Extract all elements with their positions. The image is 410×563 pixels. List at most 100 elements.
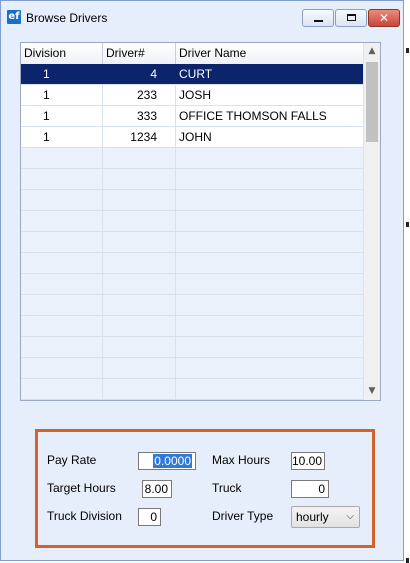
driver-details-panel: Pay Rate 0.0000 Max Hours 10.00 Target H… [35, 429, 375, 548]
table-row[interactable] [21, 316, 363, 337]
cell-division: 1 [21, 85, 103, 105]
truck-division-input[interactable]: 0 [138, 508, 161, 526]
table-row[interactable] [21, 211, 363, 232]
cell-driver-number [103, 211, 176, 231]
table-row[interactable] [21, 379, 363, 400]
grid-header: Division Driver# Driver Name [21, 43, 363, 65]
cell-driver-name [176, 274, 363, 294]
cell-driver-number: 233 [103, 85, 176, 105]
cell-driver-number [103, 295, 176, 315]
column-header-division[interactable]: Division [21, 43, 103, 64]
close-icon: ✕ [378, 11, 390, 25]
table-row[interactable] [21, 169, 363, 190]
cell-driver-number [103, 274, 176, 294]
driver-type-value: hourly [296, 510, 329, 524]
cell-driver-number [103, 316, 176, 336]
pay-rate-label: Pay Rate [47, 453, 97, 467]
table-row[interactable]: 1 333 OFFICE THOMSON FALLS [21, 106, 363, 127]
cell-driver-number [103, 253, 176, 273]
app-logo-icon: ef [7, 10, 21, 24]
minimize-icon [314, 20, 323, 22]
cell-driver-number [103, 148, 176, 168]
maximize-icon [347, 14, 356, 21]
table-row[interactable] [21, 274, 363, 295]
table-row[interactable]: 1 233 JOSH [21, 85, 363, 106]
table-row[interactable] [21, 232, 363, 253]
background-window-edge [406, 558, 409, 563]
truck-division-label: Truck Division [47, 509, 122, 523]
cell-division [21, 169, 103, 189]
cell-driver-name [176, 232, 363, 252]
table-row[interactable] [21, 148, 363, 169]
cell-division [21, 379, 103, 399]
cell-driver-number [103, 169, 176, 189]
cell-driver-number: 4 [103, 64, 176, 84]
cell-division [21, 253, 103, 273]
cell-division [21, 211, 103, 231]
cell-division: 1 [21, 106, 103, 126]
cell-driver-name [176, 358, 363, 378]
driver-type-select[interactable]: hourly ⌵ [291, 506, 360, 528]
table-row[interactable]: 1 1234 JOHN [21, 127, 363, 148]
table-row[interactable] [21, 337, 363, 358]
cell-division [21, 148, 103, 168]
target-hours-input[interactable]: 8.00 [142, 480, 172, 498]
cell-division [21, 190, 103, 210]
cell-division: 1 [21, 127, 103, 147]
cell-driver-number [103, 358, 176, 378]
cell-driver-name [176, 337, 363, 357]
cell-driver-name [176, 211, 363, 231]
cell-driver-number: 1234 [103, 127, 176, 147]
cell-division [21, 316, 103, 336]
max-hours-input[interactable]: 10.00 [291, 452, 325, 470]
cell-driver-name [176, 148, 363, 168]
drivers-grid[interactable]: Division Driver# Driver Name 1 4 CURT 1 233 J… [20, 42, 381, 401]
cell-driver-name [176, 295, 363, 315]
table-row[interactable] [21, 295, 363, 316]
minimize-button[interactable] [302, 9, 334, 27]
cell-driver-number [103, 337, 176, 357]
cell-driver-number [103, 379, 176, 399]
table-row[interactable]: 1 4 CURT [21, 64, 363, 85]
table-row[interactable] [21, 358, 363, 379]
max-hours-label: Max Hours [212, 453, 271, 467]
cell-division [21, 274, 103, 294]
background-window-edge [406, 48, 409, 53]
cell-driver-name: CURT [179, 67, 213, 81]
chevron-down-icon: ⌵ [346, 511, 354, 522]
cell-driver-name [176, 316, 363, 336]
table-row[interactable] [21, 190, 363, 211]
cell-driver-number [103, 190, 176, 210]
cell-driver-name [176, 169, 363, 189]
truck-label: Truck [212, 481, 242, 495]
pay-rate-value: 0.0000 [153, 454, 192, 468]
scroll-down-icon[interactable]: ▼ [364, 383, 380, 400]
column-header-driver-number[interactable]: Driver# [103, 43, 176, 64]
scroll-up-icon[interactable]: ▲ [364, 43, 380, 60]
window-title: Browse Drivers [26, 11, 108, 25]
truck-input[interactable]: 0 [291, 480, 329, 498]
cell-driver-number: 333 [103, 106, 176, 126]
vertical-scrollbar[interactable]: ▲ ▼ [363, 43, 380, 400]
grid-rows: 1 4 CURT 1 233 JOSH 1 333 OFFICE THOMSON FALLS 1 1… [21, 64, 363, 400]
cell-division [21, 358, 103, 378]
close-button[interactable]: ✕ [368, 9, 400, 27]
cell-driver-name: JOHN [179, 130, 212, 144]
target-hours-label: Target Hours [47, 481, 116, 495]
maximize-button[interactable] [335, 9, 367, 27]
cell-division: 1 [21, 64, 103, 84]
cell-driver-name [176, 379, 363, 399]
title-bar[interactable]: ef Browse Drivers ✕ [1, 1, 403, 33]
background-window-edge [406, 222, 409, 227]
cell-driver-name [176, 253, 363, 273]
cell-driver-name: JOSH [179, 88, 212, 102]
column-header-driver-name[interactable]: Driver Name [176, 43, 363, 64]
driver-type-label: Driver Type [212, 509, 274, 523]
scrollbar-thumb[interactable] [366, 62, 378, 142]
table-row[interactable] [21, 253, 363, 274]
pay-rate-input[interactable]: 0.0000 [138, 452, 196, 470]
cell-division [21, 232, 103, 252]
browse-drivers-window: ef Browse Drivers ✕ Division Driver# Dri… [0, 0, 404, 561]
cell-driver-name: OFFICE THOMSON FALLS [179, 109, 327, 123]
cell-driver-name [176, 190, 363, 210]
